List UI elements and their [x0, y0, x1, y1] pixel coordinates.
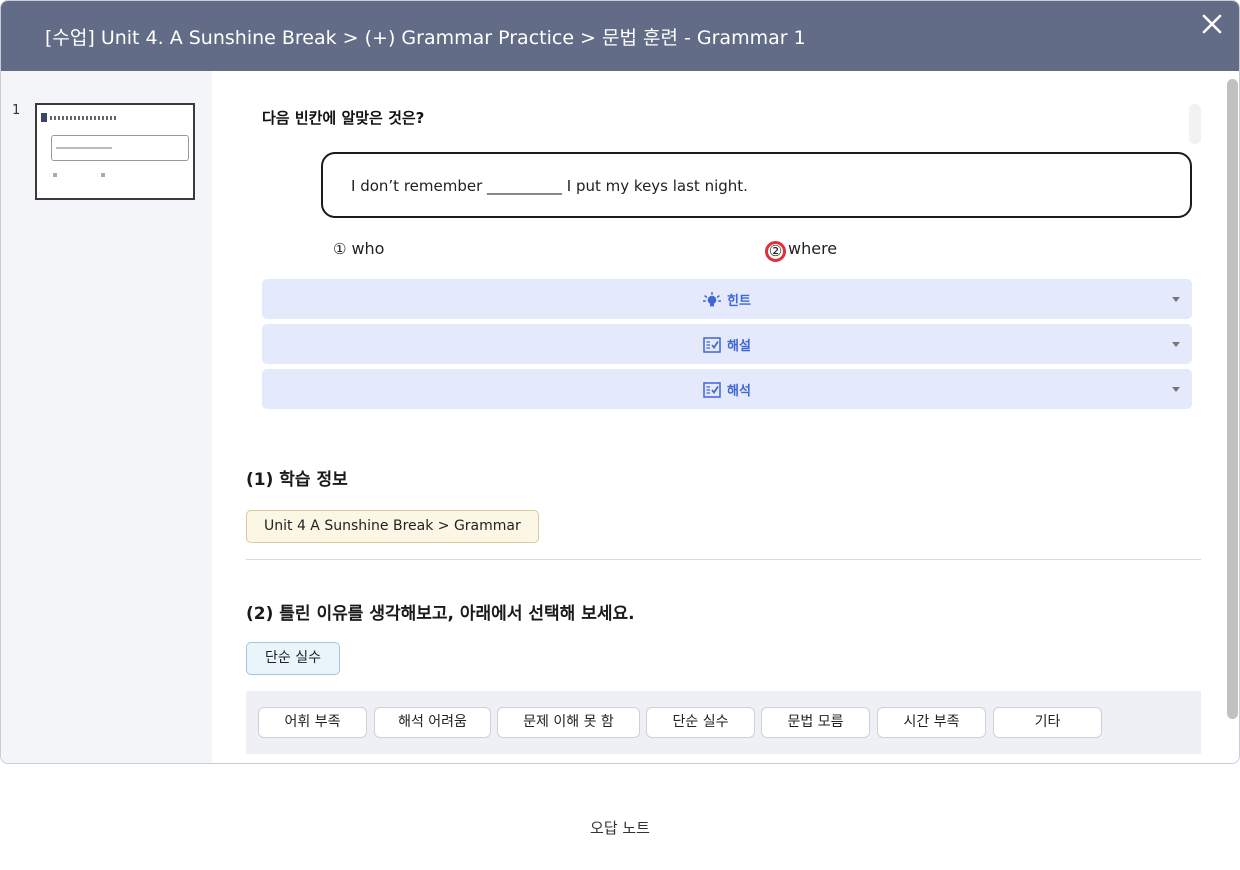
- reason-option-other[interactable]: 기타: [993, 707, 1102, 738]
- choice-text: who: [351, 239, 385, 258]
- study-info-chip: Unit 4 A Sunshine Break > Grammar: [246, 510, 539, 543]
- choice-number: ②: [765, 241, 786, 262]
- hint-accordion[interactable]: 힌트: [262, 279, 1192, 319]
- inner-scrollbar[interactable]: [1189, 104, 1201, 144]
- modal-header: [수업] Unit 4. A Sunshine Break > (+) Gram…: [1, 1, 1239, 71]
- translation-accordion[interactable]: 해석: [262, 369, 1192, 409]
- reason-option-simple-mistake[interactable]: 단순 실수: [646, 707, 755, 738]
- reason-option-vocabulary[interactable]: 어휘 부족: [258, 707, 367, 738]
- wrong-answer-modal: [수업] Unit 4. A Sunshine Break > (+) Gram…: [0, 0, 1240, 764]
- checklist-icon: [703, 337, 721, 357]
- choice-text: where: [788, 239, 838, 258]
- divider: [246, 559, 1201, 560]
- question-content: 다음 빈칸에 알맞은 것은? I don’t remember ________…: [212, 71, 1224, 763]
- question-thumbnail[interactable]: [35, 103, 195, 200]
- reason-option-time[interactable]: 시간 부족: [877, 707, 986, 738]
- close-icon: [1202, 14, 1222, 34]
- choice-1[interactable]: ① who: [333, 239, 384, 258]
- scrollbar-track: [1224, 71, 1239, 763]
- choice-number: ①: [333, 240, 347, 258]
- reason-options: 어휘 부족 해석 어려움 문제 이해 못 함 단순 실수 문법 모름 시간 부족…: [246, 691, 1201, 754]
- footer-label: 오답 노트: [590, 819, 650, 837]
- study-info-title: (1) 학습 정보: [246, 470, 348, 490]
- chevron-down-icon: [1172, 297, 1180, 302]
- close-button[interactable]: [1195, 7, 1229, 41]
- question-prompt: 다음 빈칸에 알맞은 것은?: [262, 109, 425, 127]
- chevron-down-icon: [1172, 342, 1180, 347]
- reason-title: (2) 틀린 이유를 생각해보고, 아래에서 선택해 보세요.: [246, 604, 635, 624]
- reason-option-grammar[interactable]: 문법 모름: [761, 707, 870, 738]
- explanation-accordion[interactable]: 해설: [262, 324, 1192, 364]
- accordion-label: 힌트: [727, 294, 751, 309]
- checklist-icon: [703, 382, 721, 402]
- reason-option-comprehension[interactable]: 문제 이해 못 함: [497, 707, 640, 738]
- choice-2-selected[interactable]: ② where: [765, 239, 837, 262]
- lightbulb-icon: [702, 291, 722, 312]
- chevron-down-icon: [1172, 387, 1180, 392]
- reason-option-translation[interactable]: 해석 어려움: [374, 707, 491, 738]
- selected-reason-chip[interactable]: 단순 실수: [246, 642, 340, 675]
- question-sentence-box: I don’t remember __________ I put my key…: [321, 152, 1192, 218]
- accordion-label: 해석: [727, 384, 751, 399]
- thumbnail-number: 1: [12, 103, 21, 118]
- accordion-label: 해설: [727, 339, 751, 354]
- question-sentence: I don’t remember __________ I put my key…: [351, 177, 748, 195]
- thumbnail-panel: 1: [1, 71, 212, 763]
- scrollbar-thumb[interactable]: [1227, 79, 1238, 719]
- modal-title: [수업] Unit 4. A Sunshine Break > (+) Gram…: [45, 27, 806, 49]
